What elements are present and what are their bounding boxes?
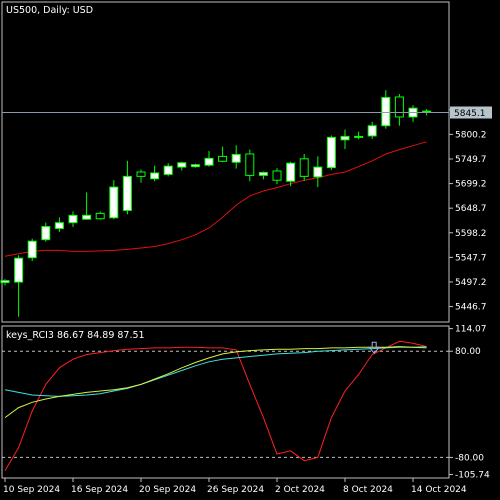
- candle-body: [204, 157, 214, 166]
- price-tick-label: 5497.2: [455, 278, 487, 288]
- candle-body: [231, 153, 241, 163]
- candle-body: [272, 170, 282, 181]
- candle-body: [258, 171, 268, 176]
- indicator-tick-label: -80.00: [455, 453, 484, 463]
- candle: [326, 135, 336, 171]
- candle-body: [286, 162, 296, 182]
- time-tick-label: 16 Sep 2024: [71, 485, 128, 495]
- chart-title: US500, Daily: USD: [6, 5, 93, 16]
- candle-body: [326, 136, 336, 169]
- indicator-tick-label: 80.00: [455, 347, 481, 357]
- time-tick-label: 14 Oct 2024: [411, 485, 467, 495]
- trading-chart: US500, Daily: USD keys_RCI3 86.67 84.89 …: [0, 1, 492, 495]
- candle-body: [68, 214, 78, 224]
- time-axis: 10 Sep 2024 16 Sep 2024 20 Sep 2024 26 Sep …: [3, 478, 467, 495]
- candle-body: [245, 153, 255, 176]
- candle-body: [122, 175, 132, 211]
- candle-body: [218, 155, 228, 162]
- price-tick-label: 5648.7: [455, 204, 487, 214]
- candle: [27, 238, 37, 262]
- price-tick-label: 5699.2: [455, 180, 487, 190]
- candle: [190, 163, 200, 168]
- time-tick-label: 26 Sep 2024: [207, 485, 264, 495]
- candle-body: [190, 164, 200, 168]
- candle-body: [95, 212, 105, 220]
- price-tick-label: 5547.7: [455, 253, 487, 263]
- candle-body: [14, 257, 24, 283]
- candle-body: [41, 226, 51, 241]
- candle-body: [136, 171, 146, 177]
- candle-body: [313, 166, 323, 178]
- time-tick-label: 8 Oct 2024: [343, 485, 393, 495]
- price-label: 5845.1: [454, 109, 486, 119]
- price-tick-label: 5749.7: [455, 155, 487, 165]
- candle-body: [394, 96, 404, 118]
- price-axis: 5850.75800.25749.75699.25648.75598.25547…: [449, 106, 487, 313]
- candle-body: [0, 280, 10, 284]
- indicator-tick-label: -105.74: [455, 471, 490, 481]
- candle-body: [177, 162, 187, 168]
- time-tick-label: 10 Sep 2024: [3, 485, 60, 495]
- candle-body: [367, 125, 377, 137]
- candle-body: [422, 110, 432, 113]
- price-pane-frame: [1, 1, 450, 323]
- candle-body: [381, 96, 391, 127]
- price-tick-label: 5598.2: [455, 229, 487, 239]
- time-tick-label: 2 Oct 2024: [275, 485, 325, 495]
- candle-body: [150, 172, 160, 180]
- time-tick-label: 20 Sep 2024: [139, 485, 196, 495]
- candle-body: [340, 135, 350, 141]
- candle-body: [27, 240, 37, 259]
- candle-body: [163, 165, 173, 175]
- price-tick-label: 5800.2: [455, 130, 487, 140]
- candle-body: [354, 135, 364, 138]
- candle-body: [54, 222, 64, 229]
- candle-body: [109, 186, 119, 219]
- candle-body: [299, 158, 309, 177]
- indicator-title: keys_RCI3 86.67 84.89 87.51: [6, 330, 145, 341]
- price-tick-label: 5446.7: [455, 303, 487, 313]
- candle-body: [82, 214, 92, 220]
- indicator-tick-label: 114.07: [455, 325, 487, 335]
